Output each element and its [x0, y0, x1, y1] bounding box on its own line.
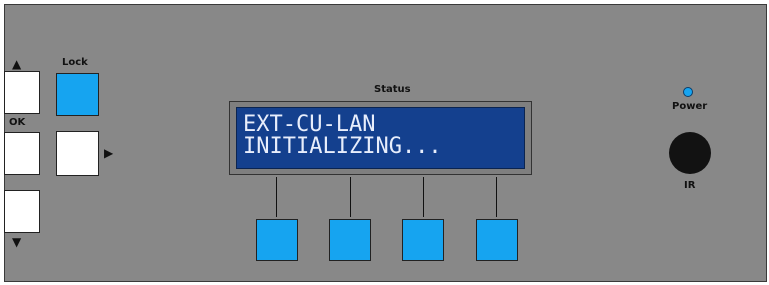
- lcd-line-2: INITIALIZING...: [243, 134, 442, 159]
- softkey-3-connector: [423, 177, 424, 217]
- down-arrow-icon: ▼: [12, 235, 22, 249]
- softkey-2-button[interactable]: [329, 219, 371, 261]
- lock-label: Lock: [62, 57, 88, 68]
- power-led: [683, 87, 693, 97]
- ok-label: OK: [9, 117, 26, 128]
- up-arrow-icon: ▲: [12, 57, 22, 71]
- softkey-2-connector: [350, 177, 351, 217]
- right-arrow-icon: ▶: [104, 146, 114, 160]
- softkey-1-connector: [276, 177, 277, 217]
- ok-button[interactable]: [4, 132, 40, 175]
- right-button[interactable]: [56, 131, 99, 176]
- ir-label: IR: [684, 180, 696, 191]
- lcd-line-1: EXT-CU-LAN: [243, 112, 376, 137]
- power-label: Power: [672, 101, 708, 112]
- lock-button[interactable]: [56, 73, 99, 116]
- status-label: Status: [374, 84, 411, 95]
- up-button[interactable]: [4, 71, 40, 114]
- ir-sensor: [669, 132, 711, 174]
- softkey-4-button[interactable]: [476, 219, 518, 261]
- status-display: EXT-CU-LAN INITIALIZING...: [236, 107, 525, 169]
- down-button[interactable]: [4, 190, 40, 233]
- softkey-4-connector: [496, 177, 497, 217]
- softkey-3-button[interactable]: [402, 219, 444, 261]
- softkey-1-button[interactable]: [256, 219, 298, 261]
